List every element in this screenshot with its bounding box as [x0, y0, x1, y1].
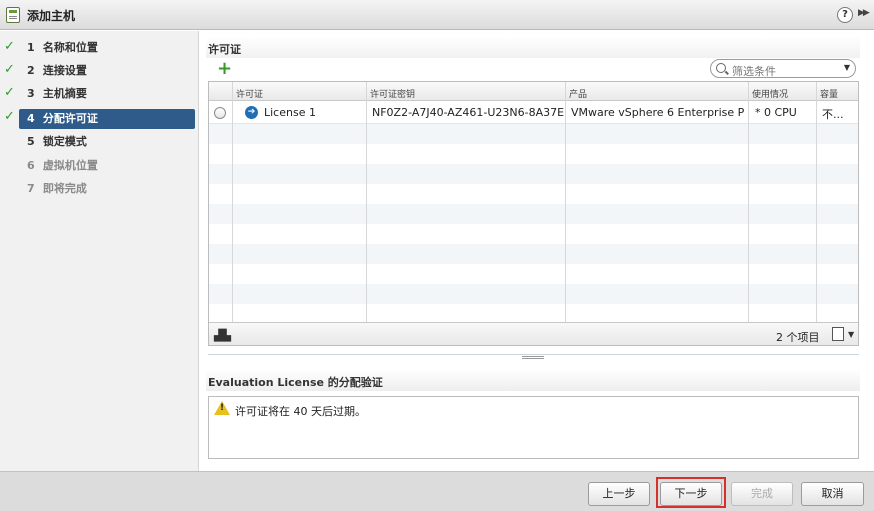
license-name: License 1: [264, 106, 316, 119]
check-icon: ✓: [4, 62, 15, 77]
column-divider: [748, 82, 749, 322]
step-number: 2: [27, 64, 35, 77]
empty-row: [209, 124, 858, 144]
empty-row: [209, 244, 858, 264]
empty-row: [209, 144, 858, 164]
step-number: 6: [27, 159, 35, 172]
check-icon: ✓: [4, 39, 15, 54]
warning-mark: !: [219, 403, 225, 413]
finish-button: 完成: [731, 482, 793, 506]
expand-icon[interactable]: ▶▶: [858, 8, 870, 18]
column-header-capacity[interactable]: 容量: [820, 87, 838, 100]
step-label: 锁定模式: [42, 135, 87, 148]
column-header-license[interactable]: 许可证: [236, 87, 263, 100]
step-5[interactable]: 5 锁定模式: [19, 132, 195, 152]
binoculars-icon[interactable]: ▟▙: [214, 329, 231, 342]
step-number: 5: [27, 135, 35, 148]
step-label: 名称和位置: [42, 41, 98, 54]
column-divider: [232, 82, 233, 322]
column-divider: [565, 82, 566, 322]
empty-row: [209, 224, 858, 244]
license-icon: ➔: [245, 106, 258, 119]
filter-input[interactable]: 筛选条件 ▼: [710, 59, 856, 78]
step-label: 连接设置: [42, 64, 87, 77]
empty-row: [209, 184, 858, 204]
empty-row: [209, 164, 858, 184]
section-header-band: [206, 36, 860, 58]
next-button-highlight: [656, 477, 726, 508]
empty-row: [209, 204, 858, 224]
chevron-down-icon[interactable]: ▼: [848, 330, 854, 339]
table-header: 许可证 许可证密钥 产品 使用情况 容量: [209, 82, 858, 101]
step-number: 7: [27, 182, 35, 195]
step-6: 6 虚拟机位置: [19, 156, 195, 176]
window-title: 添加主机: [27, 9, 76, 23]
window-titlebar: 添加主机 ? ▶▶: [0, 0, 874, 30]
wizard-footer: 上一步 下一步 完成 取消: [0, 471, 874, 511]
column-header-usage[interactable]: 使用情况: [752, 87, 788, 100]
validation-message-box: ! 许可证将在 40 天后过期。: [208, 396, 859, 459]
validation-section-title: Evaluation License 的分配验证: [208, 376, 383, 389]
empty-row: [209, 304, 858, 324]
step-3[interactable]: 3 主机摘要: [19, 84, 195, 104]
export-icon[interactable]: [832, 327, 844, 341]
wizard-steps-sidebar: ✓ 1 名称和位置 ✓ 2 连接设置 ✓ 3 主机摘要 ✓ 4 分配许可证 5 …: [0, 31, 199, 471]
add-host-icon: [6, 7, 20, 23]
table-footer: ▟▙ 2 个项目 ▼: [209, 322, 858, 345]
help-icon[interactable]: ?: [837, 7, 853, 23]
step-number: 1: [27, 41, 35, 54]
panel-splitter[interactable]: [208, 354, 859, 360]
license-table: 许可证 许可证密钥 产品 使用情况 容量 ➔ License 1 NF0Z2-A…: [208, 81, 859, 346]
license-product: VMware vSphere 6 Enterprise Pl...: [571, 106, 745, 119]
column-header-key[interactable]: 许可证密钥: [370, 87, 415, 100]
item-count: 2 个项目: [776, 331, 820, 344]
chevron-down-icon[interactable]: ▼: [844, 63, 850, 72]
cancel-button[interactable]: 取消: [801, 482, 864, 506]
empty-row: [209, 284, 858, 304]
back-button[interactable]: 上一步: [588, 482, 650, 506]
step-2[interactable]: 2 连接设置: [19, 61, 195, 81]
check-icon: ✓: [4, 109, 15, 124]
step-label: 主机摘要: [42, 87, 87, 100]
step-number: 3: [27, 87, 35, 100]
validation-message: 许可证将在 40 天后过期。: [235, 405, 366, 418]
license-key: NF0Z2-A7J40-AZ461-U23N6-8A37E: [372, 106, 565, 119]
column-header-product[interactable]: 产品: [569, 87, 587, 100]
step-4[interactable]: 4 分配许可证: [19, 109, 195, 129]
step-label: 虚拟机位置: [42, 159, 98, 172]
table-row[interactable]: ➔ License 1 NF0Z2-A7J40-AZ461-U23N6-8A37…: [209, 102, 858, 124]
step-1[interactable]: 1 名称和位置: [19, 38, 195, 58]
license-radio[interactable]: [214, 107, 226, 119]
check-icon: ✓: [4, 85, 15, 100]
empty-row: [209, 264, 858, 284]
step-label: 即将完成: [42, 182, 87, 195]
license-capacity: 不...: [822, 108, 844, 121]
license-section-title: 许可证: [208, 43, 241, 56]
column-divider: [366, 82, 367, 322]
splitter-grip-icon[interactable]: [522, 356, 544, 359]
main-panel: 许可证 + 筛选条件 ▼ 许可证 许可证密钥 产品 使用情况 容量 ➔ Lice…: [200, 31, 874, 471]
column-divider: [816, 82, 817, 322]
license-usage: * 0 CPU: [755, 106, 797, 119]
search-icon: [716, 63, 726, 73]
step-label: 分配许可证: [42, 112, 98, 125]
add-license-icon[interactable]: +: [217, 60, 232, 78]
filter-placeholder: 筛选条件: [732, 65, 776, 78]
step-7: 7 即将完成: [19, 179, 195, 199]
step-number: 4: [27, 112, 35, 125]
